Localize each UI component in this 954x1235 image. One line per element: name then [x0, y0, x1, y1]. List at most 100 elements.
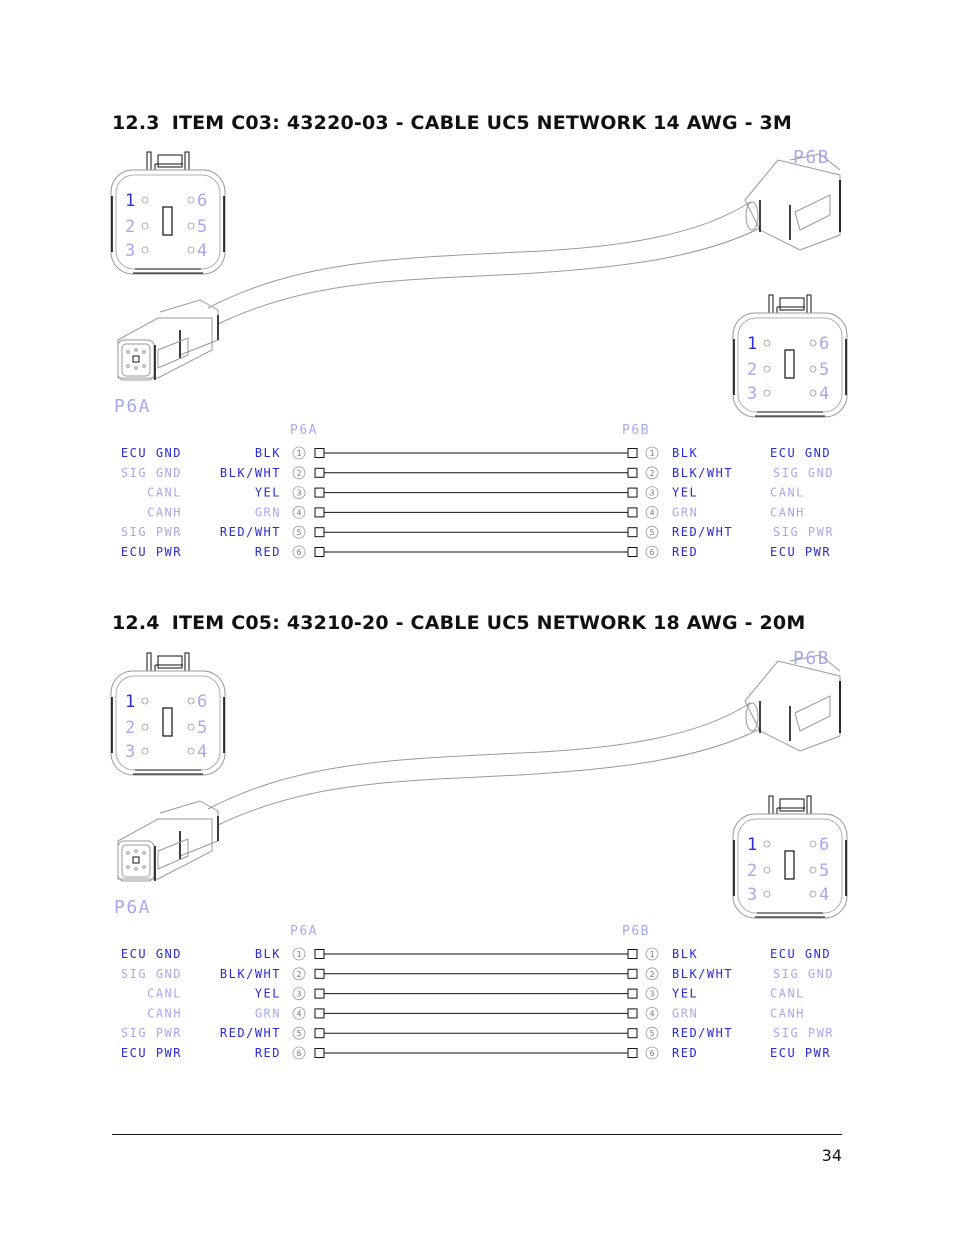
pin-socket-icon [763, 339, 771, 347]
wiring-row: SIG PWR RED/WHT 5 5 RED/WHT SIG PWR [121, 525, 833, 539]
pin-socket-icon [809, 840, 817, 848]
wire-color-b: RED [672, 1046, 698, 1060]
connector-label-p6a: P6A [114, 897, 151, 918]
pin-number: 3 [650, 489, 655, 498]
plug-p6a-icon [117, 800, 219, 882]
signal-name-b: SIG GND [773, 967, 834, 981]
pin-number: 2 [297, 970, 302, 979]
signal-name-a: SIG GND [121, 466, 182, 480]
pin-socket-icon [141, 196, 149, 204]
wiring-header-p6b: P6B [622, 924, 650, 939]
pin-socket-icon [141, 697, 149, 705]
wire-color-a: RED [255, 545, 281, 559]
pin-number: 4 [650, 508, 655, 517]
signal-name-a: CANH [147, 505, 182, 519]
pin-number-label: 6 [197, 692, 207, 712]
latch-post-icon [768, 795, 774, 815]
latch-icon [157, 154, 183, 168]
section-title: ITEM C05: 43210-20 - CABLE UC5 NETWORK 1… [171, 612, 806, 634]
key-slot-icon [784, 349, 795, 379]
pin-number: 1 [297, 950, 302, 959]
pin-socket-icon [141, 222, 149, 230]
wire-color-b: GRN [672, 1006, 698, 1020]
terminal-icon [627, 949, 638, 959]
wire-color-b: RED/WHT [672, 1026, 733, 1040]
wire-color-a: RED/WHT [220, 1026, 281, 1040]
pin-socket-icon [763, 890, 771, 898]
pin-socket-icon [763, 365, 771, 373]
pin-number-label: 6 [819, 334, 829, 354]
pin-socket-icon [187, 697, 195, 705]
pin-number: 2 [297, 469, 302, 478]
key-slot-icon [162, 707, 173, 737]
terminal-icon [314, 527, 325, 538]
signal-name-a: CANH [147, 1006, 182, 1020]
wiring-table: P6A P6B ECU GND BLK 1 1 BLK ECU GND SIG GND BLK/W… [121, 924, 834, 1060]
wire-color-a: YEL [255, 486, 281, 500]
pin-number: 5 [650, 1029, 655, 1038]
cable-body [207, 201, 761, 325]
wire-color-b: BLK/WHT [672, 967, 733, 981]
wiring-row: ECU PWR RED 6 6 RED ECU PWR [121, 545, 831, 559]
wire-color-b: BLK [672, 947, 698, 961]
pin-socket-icon [763, 840, 771, 848]
pin-number-label: 2 [747, 861, 757, 881]
pin-number-label: 2 [125, 718, 135, 738]
wire-color-a: YEL [255, 987, 281, 1001]
terminal-icon [627, 547, 638, 557]
section-heading-12-4: 12.4 ITEM C05: 43210-20 - CABLE UC5 NETWO… [112, 612, 805, 634]
pin-number: 2 [650, 970, 655, 979]
pin-socket-icon [141, 747, 149, 755]
pin-socket-icon [187, 196, 195, 204]
wiring-header-p6b: P6B [622, 423, 650, 438]
pin-number-label: 5 [197, 217, 207, 237]
wiring-table: P6A P6B ECU GND BLK 1 1 BLK ECU GND SIG GND BLK/W… [121, 423, 834, 559]
terminal-icon [627, 1028, 638, 1039]
terminal-icon [627, 1008, 638, 1019]
wire-color-b: YEL [672, 987, 698, 1001]
wire-color-a: BLK [255, 947, 281, 961]
pin-number: 1 [650, 950, 655, 959]
terminal-icon [627, 988, 638, 999]
signal-name-a: ECU PWR [121, 1046, 182, 1060]
terminal-icon [314, 1008, 325, 1019]
latch-post-icon [146, 151, 152, 171]
connector-face-p6a: 1 6 2 5 3 4 [110, 151, 226, 275]
pin-number: 3 [650, 990, 655, 999]
signal-name-b: SIG GND [773, 466, 834, 480]
wiring-row: SIG GND BLK/WHT 2 2 BLK/WHT SIG GND [121, 967, 834, 981]
wire-color-b: RED/WHT [672, 525, 733, 539]
wire-color-a: GRN [255, 1006, 281, 1020]
terminal-icon [314, 1028, 325, 1039]
cable-body [207, 702, 761, 826]
cable-diagram-c03: 1 6 2 5 3 4 1 6 2 5 3 4 P6B P6A P6A P6B ECU GND BLK 1 1 BLK E… [100, 140, 860, 580]
pin-socket-icon [809, 365, 817, 373]
signal-name-a: CANL [147, 486, 182, 500]
section-number: 12.4 [112, 612, 160, 634]
terminal-icon [627, 467, 638, 478]
signal-name-b: CANL [770, 987, 805, 1001]
pin-number: 1 [650, 449, 655, 458]
latch-post-icon [146, 652, 152, 672]
section-title: ITEM C03: 43220-03 - CABLE UC5 NETWORK 1… [171, 112, 793, 134]
pin-number: 5 [297, 1029, 302, 1038]
plug-p6b-icon [744, 153, 841, 251]
pin-number-label: 6 [197, 191, 207, 211]
signal-name-b: CANH [770, 1006, 805, 1020]
pin-number-label: 3 [747, 384, 757, 404]
pin-number: 6 [650, 1049, 655, 1058]
pin-number-label: 5 [197, 718, 207, 738]
pin-socket-icon [763, 389, 771, 397]
terminal-icon [314, 968, 325, 979]
terminal-icon [627, 968, 638, 979]
wiring-row: ECU GND BLK 1 1 BLK ECU GND [121, 446, 830, 460]
signal-name-b: ECU PWR [770, 545, 831, 559]
pin-number-label: 1 [747, 334, 757, 354]
pin-number-label: 1 [125, 191, 135, 211]
pin-number: 6 [650, 548, 655, 557]
wire-color-a: BLK/WHT [220, 466, 281, 480]
pin-socket-icon [763, 866, 771, 874]
pin-number-label: 1 [125, 692, 135, 712]
signal-name-a: ECU GND [121, 446, 182, 460]
connector-face-p6b: 1 6 2 5 3 4 [732, 795, 848, 919]
